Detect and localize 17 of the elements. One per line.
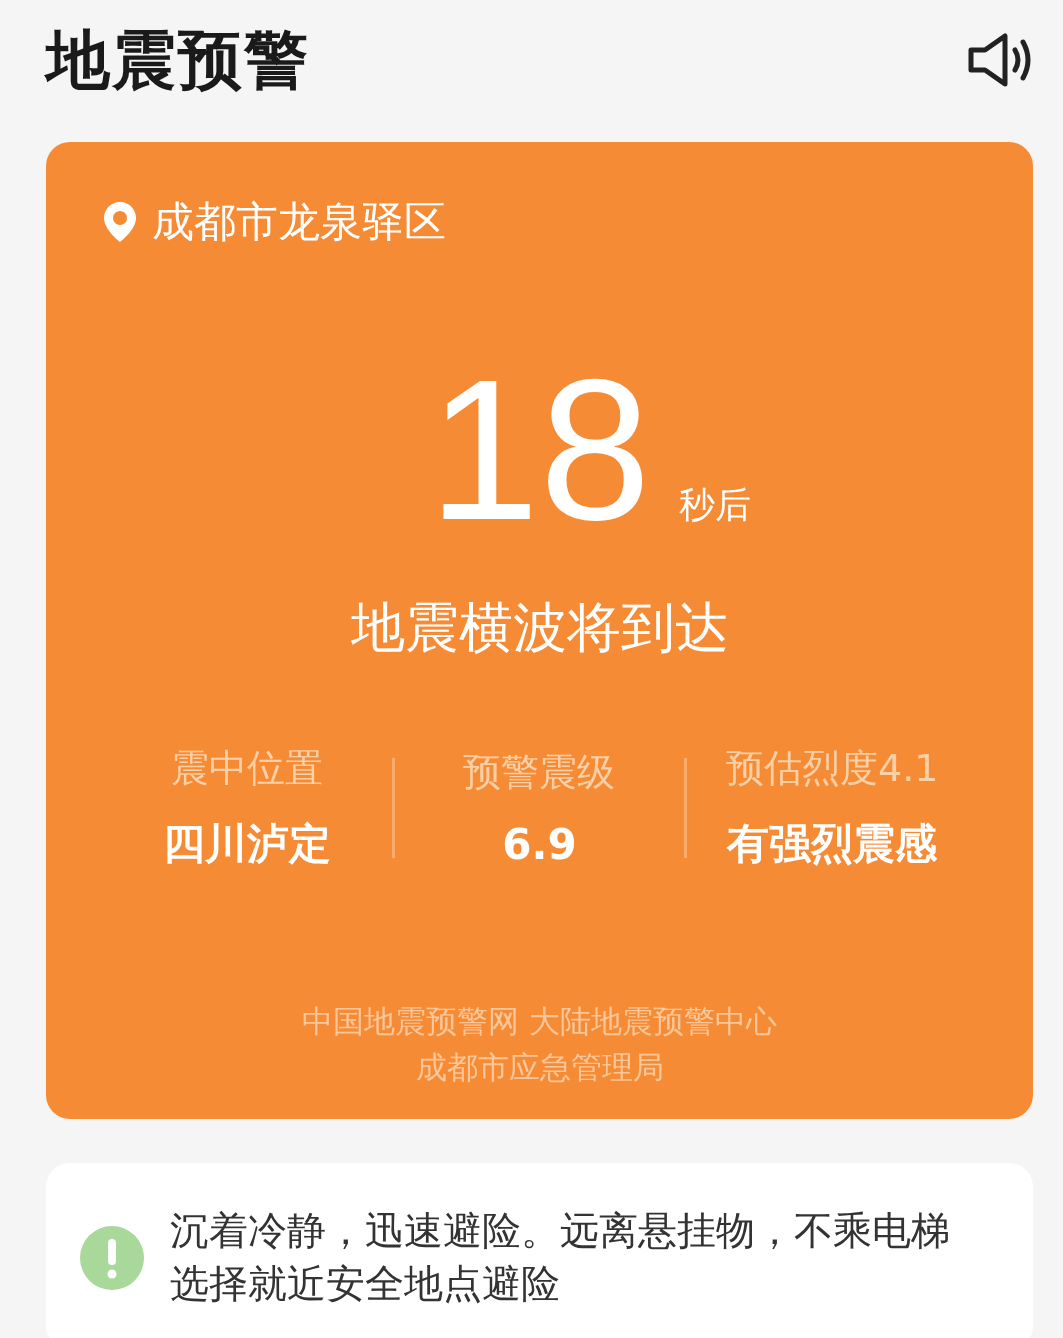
speaker-icon[interactable]	[967, 32, 1033, 88]
stat-value: 有强烈震感	[727, 818, 938, 870]
stat-label: 预警震级	[463, 748, 616, 796]
alert-message: 地震横波将到达	[349, 595, 730, 661]
exclamation-icon	[80, 1225, 144, 1290]
stat-value: 四川泸定	[162, 818, 331, 870]
countdown-unit: 秒后	[678, 483, 751, 527]
location-text: 成都市龙泉驿区	[152, 196, 446, 248]
page-title: 地震预警	[46, 21, 310, 99]
advice-text: 沉着冷静，迅速避险。远离悬挂物，不乘电梯选择就近安全地点避险	[170, 1207, 951, 1308]
stat-value: 6.9	[502, 819, 577, 869]
countdown-number: 18	[428, 360, 651, 540]
location-pin-icon	[102, 200, 138, 244]
source-text: 成都市应急管理局	[415, 1048, 664, 1087]
source-text: 中国地震预警网 大陆地震预警中心	[302, 1002, 777, 1041]
stat-label: 震中位置	[170, 745, 323, 792]
stat-label: 预估烈度4.1	[725, 745, 939, 792]
